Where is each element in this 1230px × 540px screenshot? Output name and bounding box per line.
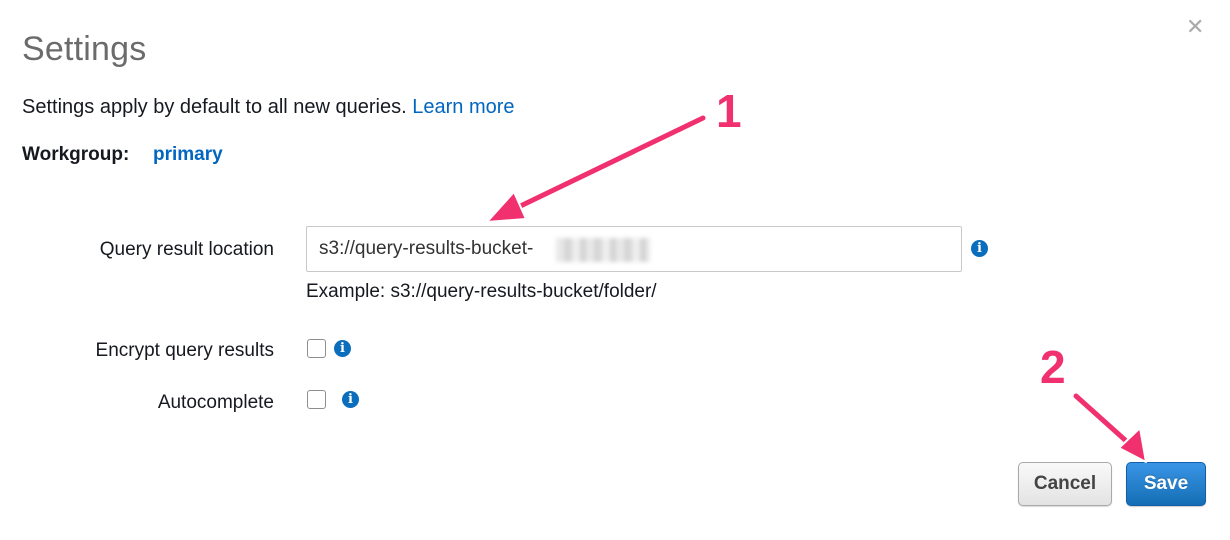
- description-text: Settings apply by default to all new que…: [22, 96, 407, 118]
- query-result-location-label: Query result location: [99, 239, 274, 260]
- autocomplete-label: Autocomplete: [157, 392, 274, 413]
- dialog-title: Settings: [22, 30, 147, 68]
- learn-more-link[interactable]: Learn more: [412, 96, 514, 118]
- query-result-location-example: Example: s3://query-results-bucket/folde…: [306, 281, 657, 302]
- encrypt-query-results-checkbox[interactable]: [307, 339, 326, 358]
- redacted-bucket-suffix: [556, 238, 650, 262]
- annotation-marker-2: 2: [1040, 341, 1066, 393]
- info-icon[interactable]: i: [334, 340, 351, 357]
- encrypt-query-results-label: Encrypt query results: [95, 340, 274, 361]
- cancel-button[interactable]: Cancel: [1018, 462, 1112, 506]
- save-button[interactable]: Save: [1126, 462, 1206, 506]
- settings-description: Settings apply by default to all new que…: [22, 96, 515, 119]
- arrow-1: [486, 113, 708, 223]
- annotation-marker-1: 1: [716, 85, 742, 137]
- info-icon[interactable]: i: [342, 391, 359, 408]
- arrow-2: [1071, 391, 1147, 463]
- workgroup-label: Workgroup:: [22, 144, 130, 165]
- workgroup-link[interactable]: primary: [153, 144, 223, 166]
- info-icon[interactable]: i: [971, 240, 988, 257]
- close-icon[interactable]: ✕: [1186, 16, 1204, 38]
- autocomplete-checkbox[interactable]: [307, 390, 326, 409]
